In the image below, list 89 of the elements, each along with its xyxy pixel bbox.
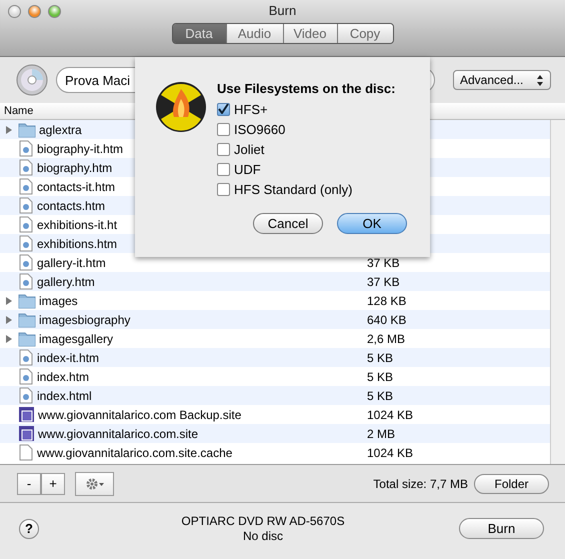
file-size: 128 KB bbox=[367, 294, 406, 308]
burn-button[interactable]: Burn bbox=[459, 518, 544, 539]
file-name[interactable]: contacts-it.htm bbox=[37, 180, 116, 194]
file-name[interactable]: gallery-it.htm bbox=[37, 256, 106, 270]
web-page-icon bbox=[18, 159, 34, 176]
file-name[interactable]: aglextra bbox=[39, 122, 82, 136]
file-size: 5 KB bbox=[367, 388, 394, 402]
folder-icon bbox=[18, 292, 36, 309]
file-size: 1024 KB bbox=[367, 408, 414, 422]
scroll-bar[interactable] bbox=[550, 120, 565, 464]
file-size: 37 KB bbox=[367, 256, 400, 270]
file-size: 5 KB bbox=[367, 370, 394, 384]
file-name[interactable]: gallery.htm bbox=[37, 274, 95, 288]
web-page-icon bbox=[18, 235, 34, 252]
tab[interactable]: Video bbox=[282, 24, 336, 43]
file-name[interactable]: contacts.htm bbox=[37, 198, 106, 212]
advanced-popup-button[interactable]: Advanced... bbox=[453, 70, 551, 90]
cancel-button[interactable]: Cancel bbox=[253, 213, 323, 234]
site-file-icon bbox=[18, 425, 35, 442]
gear-icon bbox=[86, 478, 104, 490]
checkbox-label[interactable]: Joliet bbox=[234, 142, 264, 156]
checkbox[interactable] bbox=[217, 142, 230, 156]
disclosure-triangle-icon[interactable] bbox=[4, 296, 14, 306]
tab[interactable]: Copy bbox=[336, 24, 392, 43]
folder-icon bbox=[18, 311, 36, 328]
disclosure-triangle-icon[interactable] bbox=[4, 334, 14, 344]
file-size: 2 MB bbox=[367, 426, 396, 440]
checkbox[interactable] bbox=[217, 182, 230, 196]
disclosure-triangle-icon[interactable] bbox=[4, 124, 14, 134]
zoom-button[interactable] bbox=[48, 5, 61, 18]
web-page-icon bbox=[18, 216, 34, 233]
disclosure-triangle-icon[interactable] bbox=[4, 314, 14, 324]
disc-status: No disc bbox=[242, 528, 283, 544]
web-page-icon bbox=[18, 178, 34, 195]
dialog-title: Use Filesystems on the disc: bbox=[217, 81, 396, 96]
file-name[interactable]: imagesgallery bbox=[39, 332, 114, 346]
web-page-icon bbox=[18, 387, 34, 404]
file-name[interactable]: biography.htm bbox=[37, 160, 112, 174]
minimize-button[interactable] bbox=[28, 5, 41, 18]
tab[interactable]: Data bbox=[172, 24, 226, 43]
drive-name: OPTIARC DVD RW AD-5670S bbox=[181, 514, 345, 528]
file-name[interactable]: images bbox=[39, 294, 78, 308]
window-title: Burn bbox=[268, 3, 296, 18]
close-button[interactable] bbox=[8, 5, 21, 18]
folder-icon bbox=[18, 121, 36, 138]
web-page-icon bbox=[18, 349, 34, 366]
file-size: 37 KB bbox=[367, 274, 400, 288]
total-size-label: Total size: 7,7 MB bbox=[373, 476, 468, 490]
file-name[interactable]: exhibitions.htm bbox=[37, 236, 118, 250]
checkbox[interactable] bbox=[217, 122, 230, 136]
checkbox-label[interactable]: UDF bbox=[234, 162, 261, 176]
help-button[interactable]: ? bbox=[19, 518, 39, 538]
ok-button[interactable]: OK bbox=[337, 213, 407, 234]
add-button[interactable]: + bbox=[41, 472, 65, 494]
checkbox-label[interactable]: ISO9660 bbox=[234, 122, 286, 136]
radiation-flame-logo-icon bbox=[155, 81, 207, 133]
web-page-icon bbox=[18, 254, 34, 271]
remove-button[interactable]: - bbox=[17, 472, 41, 494]
web-page-icon bbox=[18, 273, 34, 290]
popup-arrows-icon bbox=[536, 74, 544, 86]
file-name[interactable]: imagesbiography bbox=[39, 312, 130, 326]
file-name[interactable]: www.giovannitalarico.com.site.cache bbox=[37, 446, 232, 460]
file-size: 2,6 MB bbox=[367, 332, 406, 346]
file-name[interactable]: exhibitions-it.ht bbox=[37, 218, 118, 232]
file-size: 640 KB bbox=[367, 312, 406, 326]
folder-icon bbox=[18, 330, 36, 347]
action-menu-button[interactable] bbox=[75, 472, 114, 496]
checkbox[interactable] bbox=[217, 162, 230, 176]
web-page-icon bbox=[18, 197, 34, 214]
checkbox[interactable] bbox=[217, 102, 230, 116]
file-name[interactable]: index.htm bbox=[37, 370, 90, 384]
checkbox-label[interactable]: HFS+ bbox=[234, 102, 268, 116]
file-name[interactable]: index.html bbox=[37, 388, 92, 402]
site-file-icon bbox=[18, 406, 35, 423]
tab[interactable]: Audio bbox=[226, 24, 282, 43]
file-size: 5 KB bbox=[367, 350, 394, 364]
file-size: 1024 KB bbox=[367, 446, 414, 460]
web-page-icon bbox=[18, 140, 34, 157]
file-name[interactable]: index-it.htm bbox=[37, 350, 100, 364]
checkbox-label[interactable]: HFS Standard (only) bbox=[234, 182, 352, 196]
column-header[interactable]: Name bbox=[4, 105, 34, 117]
file-name[interactable]: www.giovannitalarico.com Backup.site bbox=[38, 408, 242, 422]
document-icon bbox=[18, 444, 34, 461]
disc-icon bbox=[16, 64, 48, 96]
checkmark-icon bbox=[218, 104, 229, 114]
file-name[interactable]: www.giovannitalarico.com.site bbox=[38, 426, 198, 440]
folder-button[interactable]: Folder bbox=[474, 474, 549, 494]
file-name[interactable]: biography-it.htm bbox=[37, 142, 124, 156]
web-page-icon bbox=[18, 368, 34, 385]
